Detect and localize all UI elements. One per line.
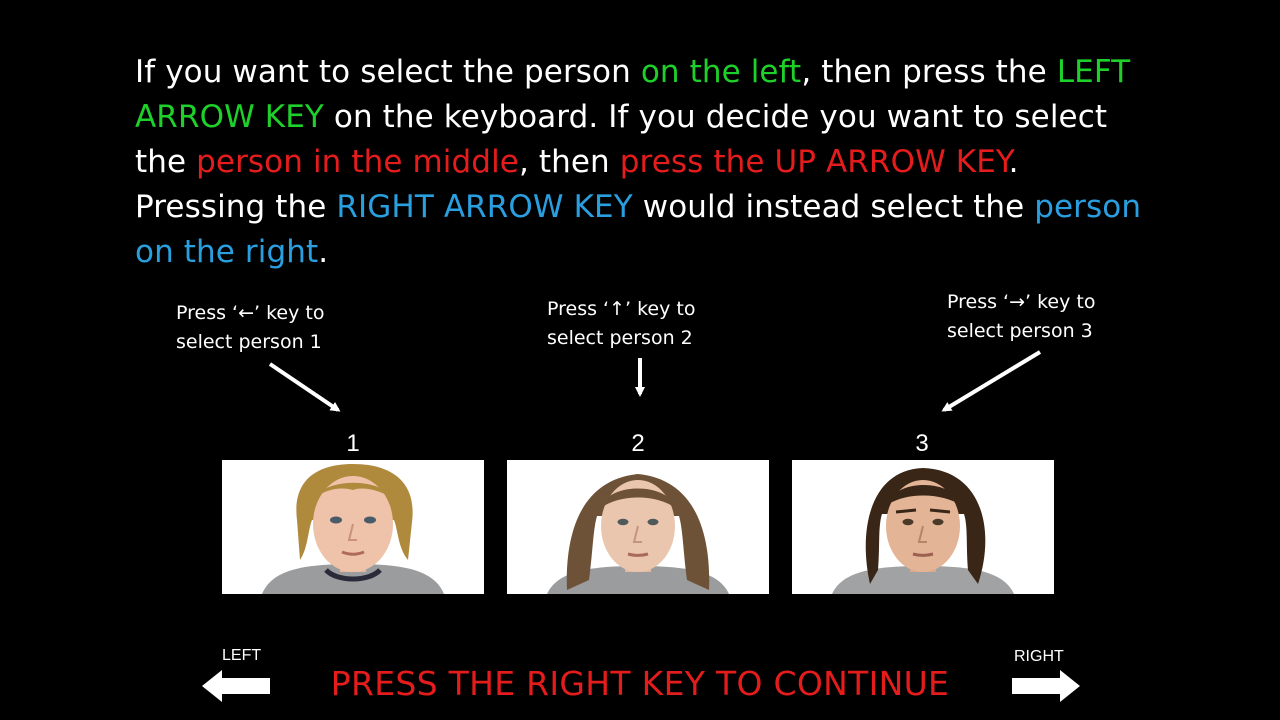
face-photo-icon xyxy=(507,460,769,594)
person-number-1: 1 xyxy=(346,430,360,457)
pointer-arrow-1-icon xyxy=(268,362,341,412)
right-arrow-icon[interactable] xyxy=(1012,670,1082,702)
continue-prompt: PRESS THE RIGHT KEY TO CONTINUE xyxy=(330,664,950,703)
nav-right-label: RIGHT xyxy=(1014,648,1064,665)
person-number-2: 2 xyxy=(631,430,645,457)
pointer-arrows xyxy=(268,350,1042,412)
face-photo-icon xyxy=(222,460,484,594)
face-photo-icon xyxy=(792,460,1054,594)
pointer-arrow-3-icon xyxy=(941,350,1042,412)
left-arrow-icon[interactable] xyxy=(202,670,272,702)
person-number-3: 3 xyxy=(915,430,929,457)
nav-left-label: LEFT xyxy=(222,647,262,664)
person-2-photo[interactable] xyxy=(507,460,769,594)
person-1-photo[interactable] xyxy=(222,460,484,594)
person-3-photo[interactable] xyxy=(792,460,1054,594)
